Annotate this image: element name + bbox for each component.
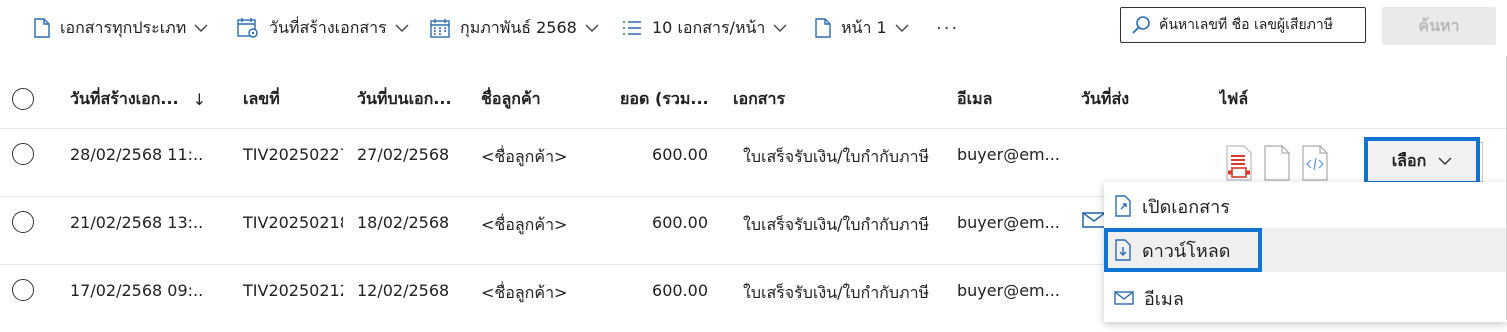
chevron-down-icon	[395, 24, 409, 32]
month-filter[interactable]: กุมภาพันธ์ 2568	[430, 14, 599, 42]
sent-mail-icon	[1082, 212, 1106, 228]
row-select-radio[interactable]	[12, 279, 34, 301]
email-cell: buyer@em...	[957, 281, 1060, 300]
chevron-down-icon	[194, 24, 208, 32]
file-icons	[1225, 145, 1329, 181]
select-action-label: เลือก	[1391, 150, 1427, 170]
header-amount[interactable]: ยอด (รวม...	[620, 70, 728, 128]
toolbar: เอกสารทุกประเภท วันที่สร้างเอกสาร กุมภาพ…	[0, 0, 1507, 56]
header-created-label: วันที่สร้างเอก...	[70, 88, 179, 108]
calendar-gear-icon	[237, 18, 258, 38]
download-icon	[1115, 239, 1131, 261]
pdf-file-icon[interactable]	[1225, 145, 1253, 181]
created-date-cell: 28/02/2568 11:...	[70, 145, 205, 164]
select-all-radio[interactable]	[12, 88, 34, 110]
document-type-cell: ใบเสร็จรับเงิน/ใบกำกับภาษี	[743, 215, 930, 234]
created-date-cell: 17/02/2568 09:...	[70, 281, 205, 300]
page-size-label: 10 เอกสาร/หน้า	[652, 17, 766, 37]
row-select-radio[interactable]	[12, 211, 34, 233]
header-number[interactable]: เลขที่	[243, 70, 343, 128]
chevron-down-icon	[1438, 157, 1452, 165]
header-email[interactable]: อีเมล	[957, 70, 1065, 128]
number-cell: TIV20250212	[243, 281, 343, 300]
search-icon	[1132, 16, 1150, 34]
page-size-filter[interactable]: 10 เอกสาร/หน้า	[622, 14, 787, 42]
header-created-date[interactable]: วันที่สร้างเอก... ↓	[70, 70, 205, 128]
more-options-button[interactable]: ···	[936, 14, 959, 42]
list-icon	[623, 21, 641, 35]
page-label: หน้า 1	[841, 17, 887, 37]
document-date-cell: 12/02/2568	[357, 281, 450, 300]
header-document-type[interactable]: เอกสาร	[733, 70, 933, 128]
select-action-button[interactable]: เลือก	[1364, 137, 1480, 185]
header-customer[interactable]: ชื่อลูกค้า	[481, 70, 601, 128]
date-field-filter[interactable]: วันที่สร้างเอกสาร	[237, 14, 409, 42]
menu-item-label: ดาวน์โหลด	[1142, 240, 1231, 262]
date-field-label: วันที่สร้างเอกสาร	[269, 17, 387, 37]
number-cell: TIV20250218	[243, 213, 343, 232]
menu-item-label: อีเมล	[1144, 288, 1184, 310]
menu-item-open-document[interactable]: เปิดเอกสาร	[1104, 184, 1507, 228]
action-menu: เปิดเอกสาร ดาวน์โหลด อีเมล	[1104, 182, 1507, 322]
document-type-label: เอกสารทุกประเภท	[60, 17, 187, 37]
document-date-cell: 18/02/2568	[357, 213, 450, 232]
document-type-filter[interactable]: เอกสารทุกประเภท	[34, 14, 208, 42]
menu-item-label: เปิดเอกสาร	[1142, 196, 1230, 218]
page-filter[interactable]: หน้า 1	[815, 14, 909, 42]
menu-item-email[interactable]: อีเมล	[1104, 276, 1507, 320]
email-cell: buyer@em...	[957, 213, 1060, 232]
chevron-down-icon	[585, 24, 599, 32]
document-type-cell: ใบเสร็จรับเงิน/ใบกำกับภาษี	[743, 147, 930, 166]
chevron-down-icon	[773, 24, 787, 32]
header-file: ไฟล์	[1219, 88, 1249, 108]
email-cell: buyer@em...	[957, 145, 1060, 164]
amount-cell: 600.00	[652, 145, 708, 164]
customer-cell: <ชื่อลูกค้า>	[481, 147, 568, 166]
blank-file-icon[interactable]	[1263, 145, 1291, 181]
customer-cell: <ชื่อลูกค้า>	[481, 215, 568, 234]
document-icon	[34, 18, 50, 38]
number-cell: TIV20250227	[243, 145, 343, 164]
header-document-date[interactable]: วันที่บนเอก...	[357, 70, 467, 128]
customer-cell: <ชื่อลูกค้า>	[481, 283, 568, 302]
header-sent-date[interactable]: วันที่ส่ง	[1081, 70, 1171, 128]
chevron-down-icon	[895, 24, 909, 32]
table-header: วันที่สร้างเอก... ↓ เลขที่ วันที่บนเอก..…	[0, 70, 1507, 129]
document-type-cell: ใบเสร็จรับเงิน/ใบกำกับภาษี	[743, 283, 930, 302]
menu-item-download[interactable]: ดาวน์โหลด	[1104, 228, 1507, 272]
open-document-icon	[1115, 195, 1131, 217]
mail-icon	[1114, 291, 1134, 305]
page-icon	[815, 18, 831, 38]
created-date-cell: 21/02/2568 13:...	[70, 213, 205, 232]
search-box[interactable]	[1120, 7, 1366, 43]
row-select-radio[interactable]	[12, 143, 34, 165]
amount-cell: 600.00	[652, 281, 708, 300]
document-date-cell: 27/02/2568	[357, 145, 450, 164]
search-button[interactable]: ค้นหา	[1382, 7, 1496, 45]
month-label: กุมภาพันธ์ 2568	[460, 17, 577, 37]
sort-descending-icon: ↓	[192, 89, 205, 109]
amount-cell: 600.00	[652, 213, 708, 232]
search-input[interactable]	[1157, 16, 1361, 34]
xml-file-icon[interactable]	[1301, 145, 1329, 181]
calendar-icon	[430, 19, 450, 38]
